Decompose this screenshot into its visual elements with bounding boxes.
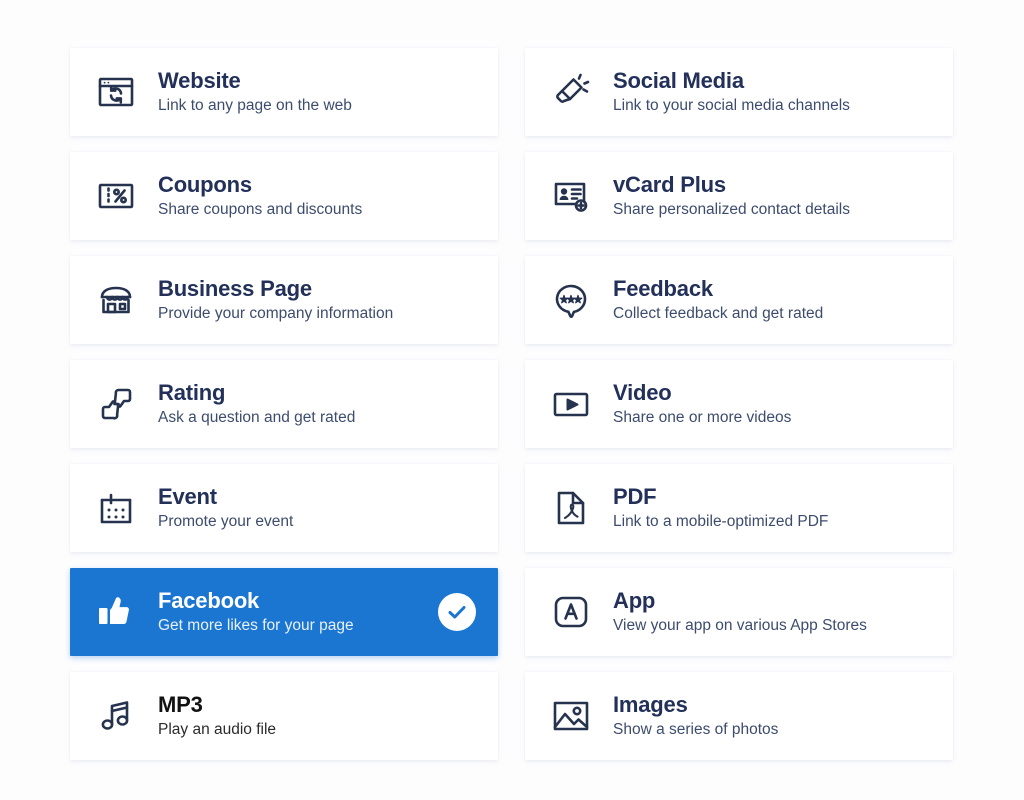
card-facebook[interactable]: Facebook Get more likes for your page bbox=[70, 568, 498, 656]
card-pdf[interactable]: PDF Link to a mobile-optimized PDF bbox=[525, 464, 953, 552]
right-column: Social Media Link to your social media c… bbox=[525, 48, 953, 760]
card-text: vCard Plus Share personalized contact de… bbox=[613, 172, 931, 219]
card-title: Video bbox=[613, 380, 672, 405]
card-subtitle: View your app on various App Stores bbox=[613, 616, 867, 634]
coupon-percent-icon bbox=[92, 172, 140, 220]
card-text: Website Link to any page on the web bbox=[158, 68, 476, 115]
card-text: Video Share one or more videos bbox=[613, 380, 931, 427]
card-title: Business Page bbox=[158, 276, 312, 301]
card-text: App View your app on various App Stores bbox=[613, 588, 931, 635]
card-title: Feedback bbox=[613, 276, 713, 301]
music-note-icon bbox=[92, 692, 140, 740]
thumbs-up-solid-icon bbox=[92, 588, 140, 636]
card-title: Coupons bbox=[158, 172, 252, 197]
card-business-page[interactable]: Business Page Provide your company infor… bbox=[70, 256, 498, 344]
card-subtitle: Get more likes for your page bbox=[158, 616, 354, 634]
card-subtitle: Show a series of photos bbox=[613, 720, 779, 738]
card-grid: Website Link to any page on the web Coup… bbox=[70, 48, 953, 760]
card-title: Facebook bbox=[158, 588, 260, 613]
card-text: Facebook Get more likes for your page bbox=[158, 588, 426, 635]
card-title: App bbox=[613, 588, 656, 613]
image-photo-icon bbox=[547, 692, 595, 740]
card-social-media[interactable]: Social Media Link to your social media c… bbox=[525, 48, 953, 136]
card-feedback[interactable]: Feedback Collect feedback and get rated bbox=[525, 256, 953, 344]
card-vcard-plus[interactable]: vCard Plus Share personalized contact de… bbox=[525, 152, 953, 240]
megaphone-icon bbox=[547, 68, 595, 116]
card-text: Business Page Provide your company infor… bbox=[158, 276, 476, 323]
card-text: Feedback Collect feedback and get rated bbox=[613, 276, 931, 323]
browser-refresh-icon bbox=[92, 68, 140, 116]
card-subtitle: Provide your company information bbox=[158, 304, 394, 322]
storefront-icon bbox=[92, 276, 140, 324]
card-video[interactable]: Video Share one or more videos bbox=[525, 360, 953, 448]
speech-bubble-stars-icon bbox=[547, 276, 595, 324]
card-text: Event Promote your event bbox=[158, 484, 476, 531]
card-app[interactable]: App View your app on various App Stores bbox=[525, 568, 953, 656]
card-subtitle: Ask a question and get rated bbox=[158, 408, 356, 426]
card-images[interactable]: Images Show a series of photos bbox=[525, 672, 953, 760]
card-subtitle: Share personalized contact details bbox=[613, 200, 850, 218]
card-event[interactable]: Event Promote your event bbox=[70, 464, 498, 552]
card-title: Event bbox=[158, 484, 217, 509]
card-text: PDF Link to a mobile-optimized PDF bbox=[613, 484, 931, 531]
card-mp3[interactable]: MP3 Play an audio file bbox=[70, 672, 498, 760]
card-title: Images bbox=[613, 692, 688, 717]
card-text: Rating Ask a question and get rated bbox=[158, 380, 476, 427]
card-coupons[interactable]: Coupons Share coupons and discounts bbox=[70, 152, 498, 240]
pdf-document-icon bbox=[547, 484, 595, 532]
card-text: Coupons Share coupons and discounts bbox=[158, 172, 476, 219]
left-column: Website Link to any page on the web Coup… bbox=[70, 48, 498, 760]
card-subtitle: Link to a mobile-optimized PDF bbox=[613, 512, 829, 530]
card-rating[interactable]: Rating Ask a question and get rated bbox=[70, 360, 498, 448]
card-subtitle: Link to any page on the web bbox=[158, 96, 352, 114]
card-subtitle: Promote your event bbox=[158, 512, 294, 530]
card-title: Website bbox=[158, 68, 241, 93]
card-text: MP3 Play an audio file bbox=[158, 692, 476, 739]
card-title: vCard Plus bbox=[613, 172, 726, 197]
card-subtitle: Collect feedback and get rated bbox=[613, 304, 824, 322]
card-subtitle: Share one or more videos bbox=[613, 408, 792, 426]
card-title: Rating bbox=[158, 380, 226, 405]
app-square-a-icon bbox=[547, 588, 595, 636]
card-subtitle: Link to your social media channels bbox=[613, 96, 850, 114]
link-type-chooser: Website Link to any page on the web Coup… bbox=[0, 0, 1024, 800]
thumbs-up-down-icon bbox=[92, 380, 140, 428]
check-circle-icon bbox=[438, 593, 476, 631]
card-title: Social Media bbox=[613, 68, 744, 93]
card-website[interactable]: Website Link to any page on the web bbox=[70, 48, 498, 136]
contact-card-plus-icon bbox=[547, 172, 595, 220]
video-play-icon bbox=[547, 380, 595, 428]
card-text: Social Media Link to your social media c… bbox=[613, 68, 931, 115]
calendar-icon bbox=[92, 484, 140, 532]
card-text: Images Show a series of photos bbox=[613, 692, 931, 739]
card-title: PDF bbox=[613, 484, 657, 509]
card-subtitle: Play an audio file bbox=[158, 720, 277, 738]
card-title: MP3 bbox=[158, 692, 203, 717]
card-subtitle: Share coupons and discounts bbox=[158, 200, 363, 218]
